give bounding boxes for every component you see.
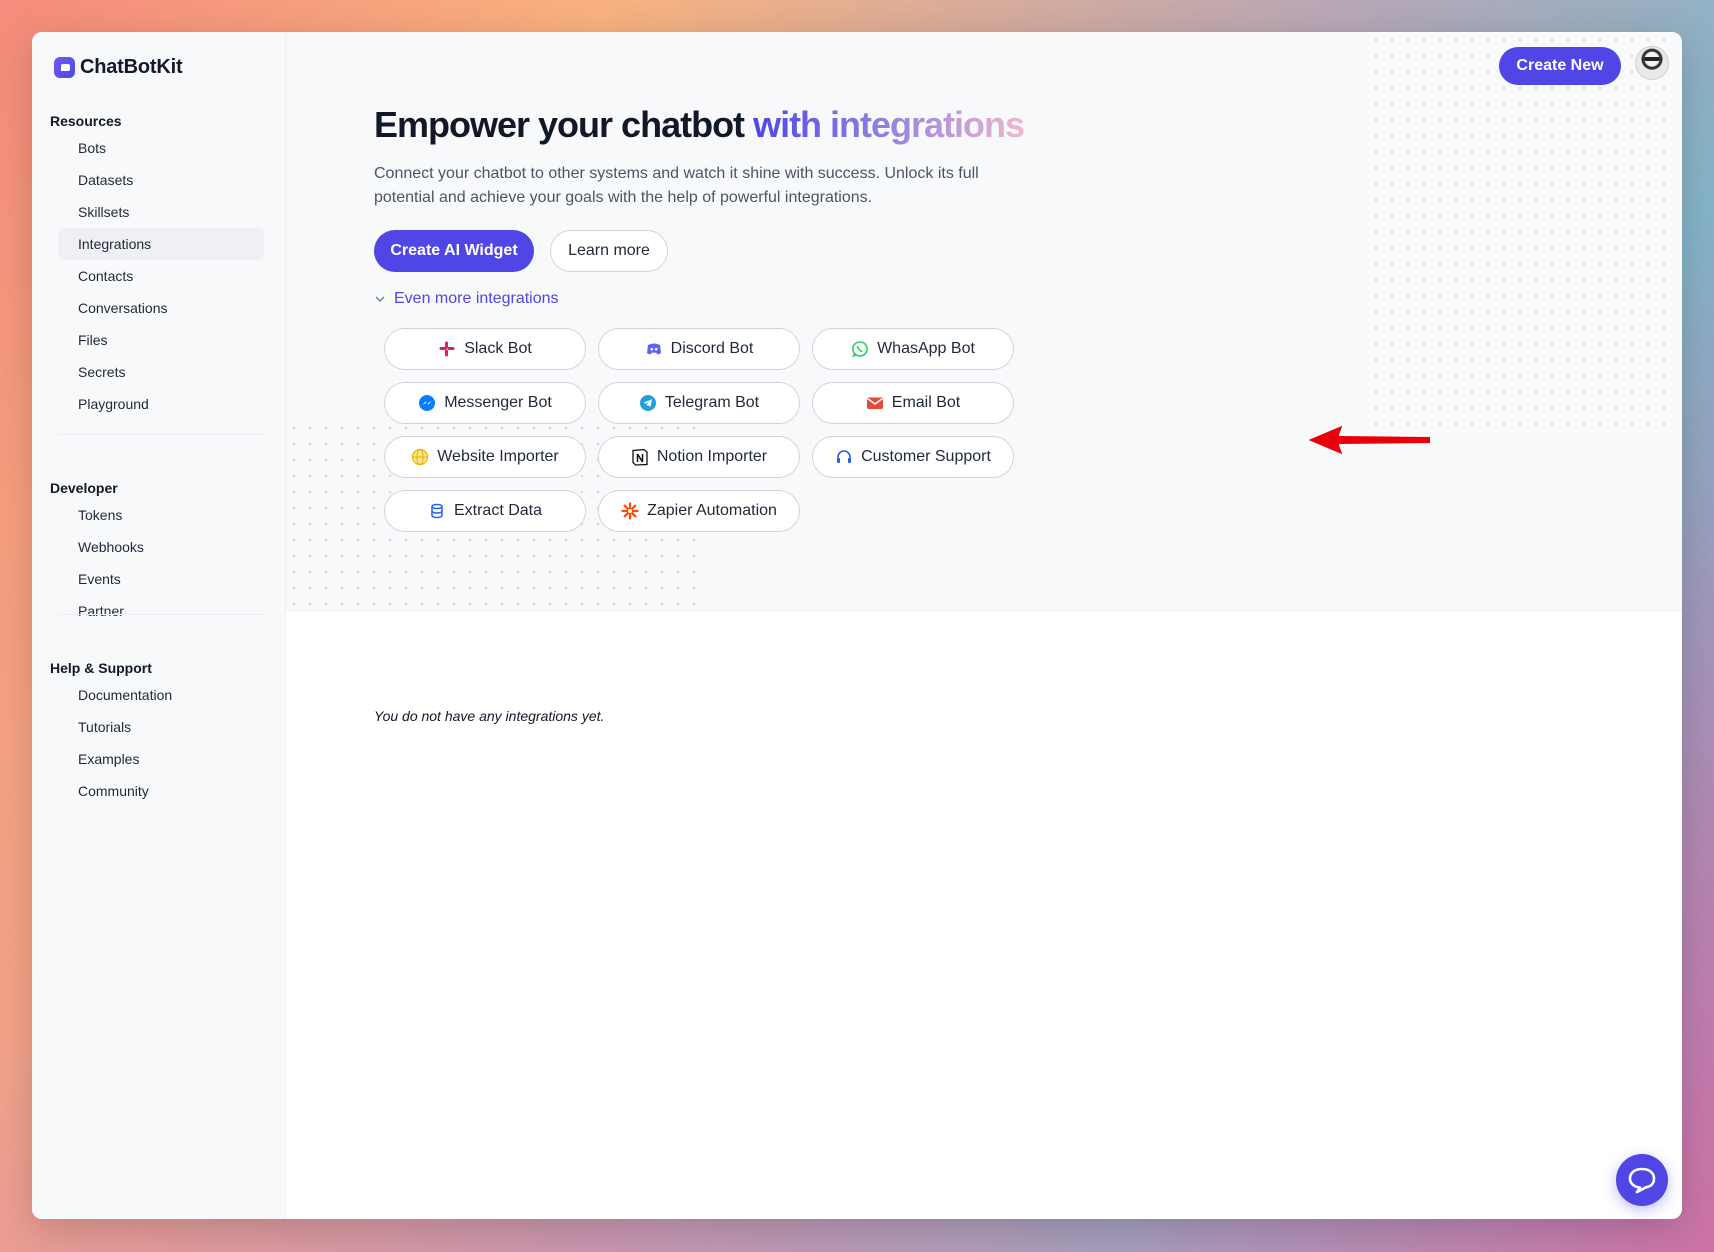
brand-name: ChatBotKit (80, 56, 183, 78)
chat-bubble-icon (1628, 1167, 1656, 1194)
sidebar-item-playground[interactable]: Playground (58, 388, 264, 420)
sidebar-item-events[interactable]: Events (58, 563, 264, 595)
sidebar-item-datasets[interactable]: Datasets (58, 164, 264, 196)
integration-customer-support[interactable]: Customer Support (812, 436, 1014, 478)
notion-icon (631, 448, 649, 466)
sidebar-item-secrets[interactable]: Secrets (58, 356, 264, 388)
page-subtitle: Connect your chatbot to other systems an… (374, 165, 979, 206)
integration-label: Email Bot (891, 394, 961, 411)
messenger-icon (418, 394, 436, 412)
sidebar: ChatBotKit Resources Bots Datasets Skill… (32, 32, 286, 1219)
headset-icon (835, 448, 853, 466)
sidebar-item-community[interactable]: Community (58, 775, 264, 807)
nav-section-developer: Developer Tokens Webhooks Events Partner (50, 477, 270, 627)
nav-section-help: Help & Support Documentation Tutorials E… (50, 657, 270, 807)
nav-divider (58, 434, 264, 435)
empty-state-message: You do not have any integrations yet. (374, 708, 605, 724)
main-content: Create New Empower your chatbot with int… (286, 32, 1682, 1219)
sidebar-item-webhooks[interactable]: Webhooks (58, 531, 264, 563)
user-avatar[interactable] (1635, 46, 1669, 80)
chevron-down-icon (375, 296, 385, 302)
sidebar-item-contacts[interactable]: Contacts (58, 260, 264, 292)
integration-slack-bot[interactable]: Slack Bot (384, 328, 586, 370)
sidebar-item-bots[interactable]: Bots (58, 132, 264, 164)
nav-divider (58, 614, 264, 615)
sidebar-item-tutorials[interactable]: Tutorials (58, 711, 264, 743)
even-more-integrations-label: Even more integrations (394, 290, 559, 307)
create-ai-widget-button[interactable]: Create AI Widget (374, 230, 534, 272)
nav-heading-developer: Developer (50, 480, 118, 496)
globe-icon (411, 448, 429, 466)
database-icon (428, 502, 446, 520)
sidebar-item-documentation[interactable]: Documentation (58, 679, 264, 711)
integration-label: Telegram Bot (664, 394, 760, 411)
sidebar-item-skillsets[interactable]: Skillsets (58, 196, 264, 228)
slack-icon (438, 340, 456, 358)
sidebar-item-integrations[interactable]: Integrations (58, 228, 264, 260)
integration-website-importer[interactable]: Website Importer (384, 436, 586, 478)
nav-section-resources: Resources Bots Datasets Skillsets Integr… (50, 110, 270, 420)
email-icon (866, 394, 884, 412)
sidebar-item-files[interactable]: Files (58, 324, 264, 356)
integration-whatsapp-bot[interactable]: WhasApp Bot (812, 328, 1014, 370)
page-title-accent: with integrations (753, 104, 1025, 145)
sidebar-item-conversations[interactable]: Conversations (58, 292, 264, 324)
brand[interactable]: ChatBotKit (54, 56, 183, 79)
integration-label: Zapier Automation (647, 502, 777, 519)
learn-more-button[interactable]: Learn more (550, 230, 668, 272)
whatsapp-icon (851, 340, 869, 358)
sidebar-item-tokens[interactable]: Tokens (58, 499, 264, 531)
integration-label: Discord Bot (670, 340, 754, 357)
hero-section: Create New Empower your chatbot with int… (286, 32, 1682, 612)
page-title-main: Empower your chatbot (374, 104, 745, 145)
integration-label: Website Importer (437, 448, 559, 465)
integration-messenger-bot[interactable]: Messenger Bot (384, 382, 586, 424)
app-window: ChatBotKit Resources Bots Datasets Skill… (32, 32, 1682, 1219)
support-chat-launcher[interactable] (1616, 1154, 1668, 1206)
integration-label: Messenger Bot (444, 394, 552, 411)
red-arrow-annotation (1305, 423, 1432, 457)
telegram-icon (639, 394, 657, 412)
integration-telegram-bot[interactable]: Telegram Bot (598, 382, 800, 424)
chatbotkit-logo-icon (54, 57, 75, 78)
nav-heading-resources: Resources (50, 113, 122, 129)
integration-extract-data[interactable]: Extract Data (384, 490, 586, 532)
sidebar-item-examples[interactable]: Examples (58, 743, 264, 775)
integration-label: Notion Importer (656, 448, 768, 465)
nav-heading-help: Help & Support (50, 660, 152, 676)
integration-label: Customer Support (861, 448, 991, 465)
zapier-icon (621, 502, 639, 520)
integration-zapier-automation[interactable]: Zapier Automation (598, 490, 800, 532)
discord-icon (645, 340, 663, 358)
dot-pattern-decoration (1368, 32, 1668, 432)
even-more-integrations-toggle[interactable]: Even more integrations (374, 290, 559, 308)
integration-label: Extract Data (453, 502, 543, 519)
integration-label: Slack Bot (464, 340, 532, 357)
integration-email-bot[interactable]: Email Bot (812, 382, 1014, 424)
integration-discord-bot[interactable]: Discord Bot (598, 328, 800, 370)
sidebar-item-partner[interactable]: Partner (58, 595, 264, 627)
integration-notion-importer[interactable]: Notion Importer (598, 436, 800, 478)
integration-label: WhasApp Bot (877, 340, 975, 357)
create-new-button[interactable]: Create New (1499, 47, 1621, 85)
page-title: Empower your chatbot with integrations (374, 104, 1025, 146)
